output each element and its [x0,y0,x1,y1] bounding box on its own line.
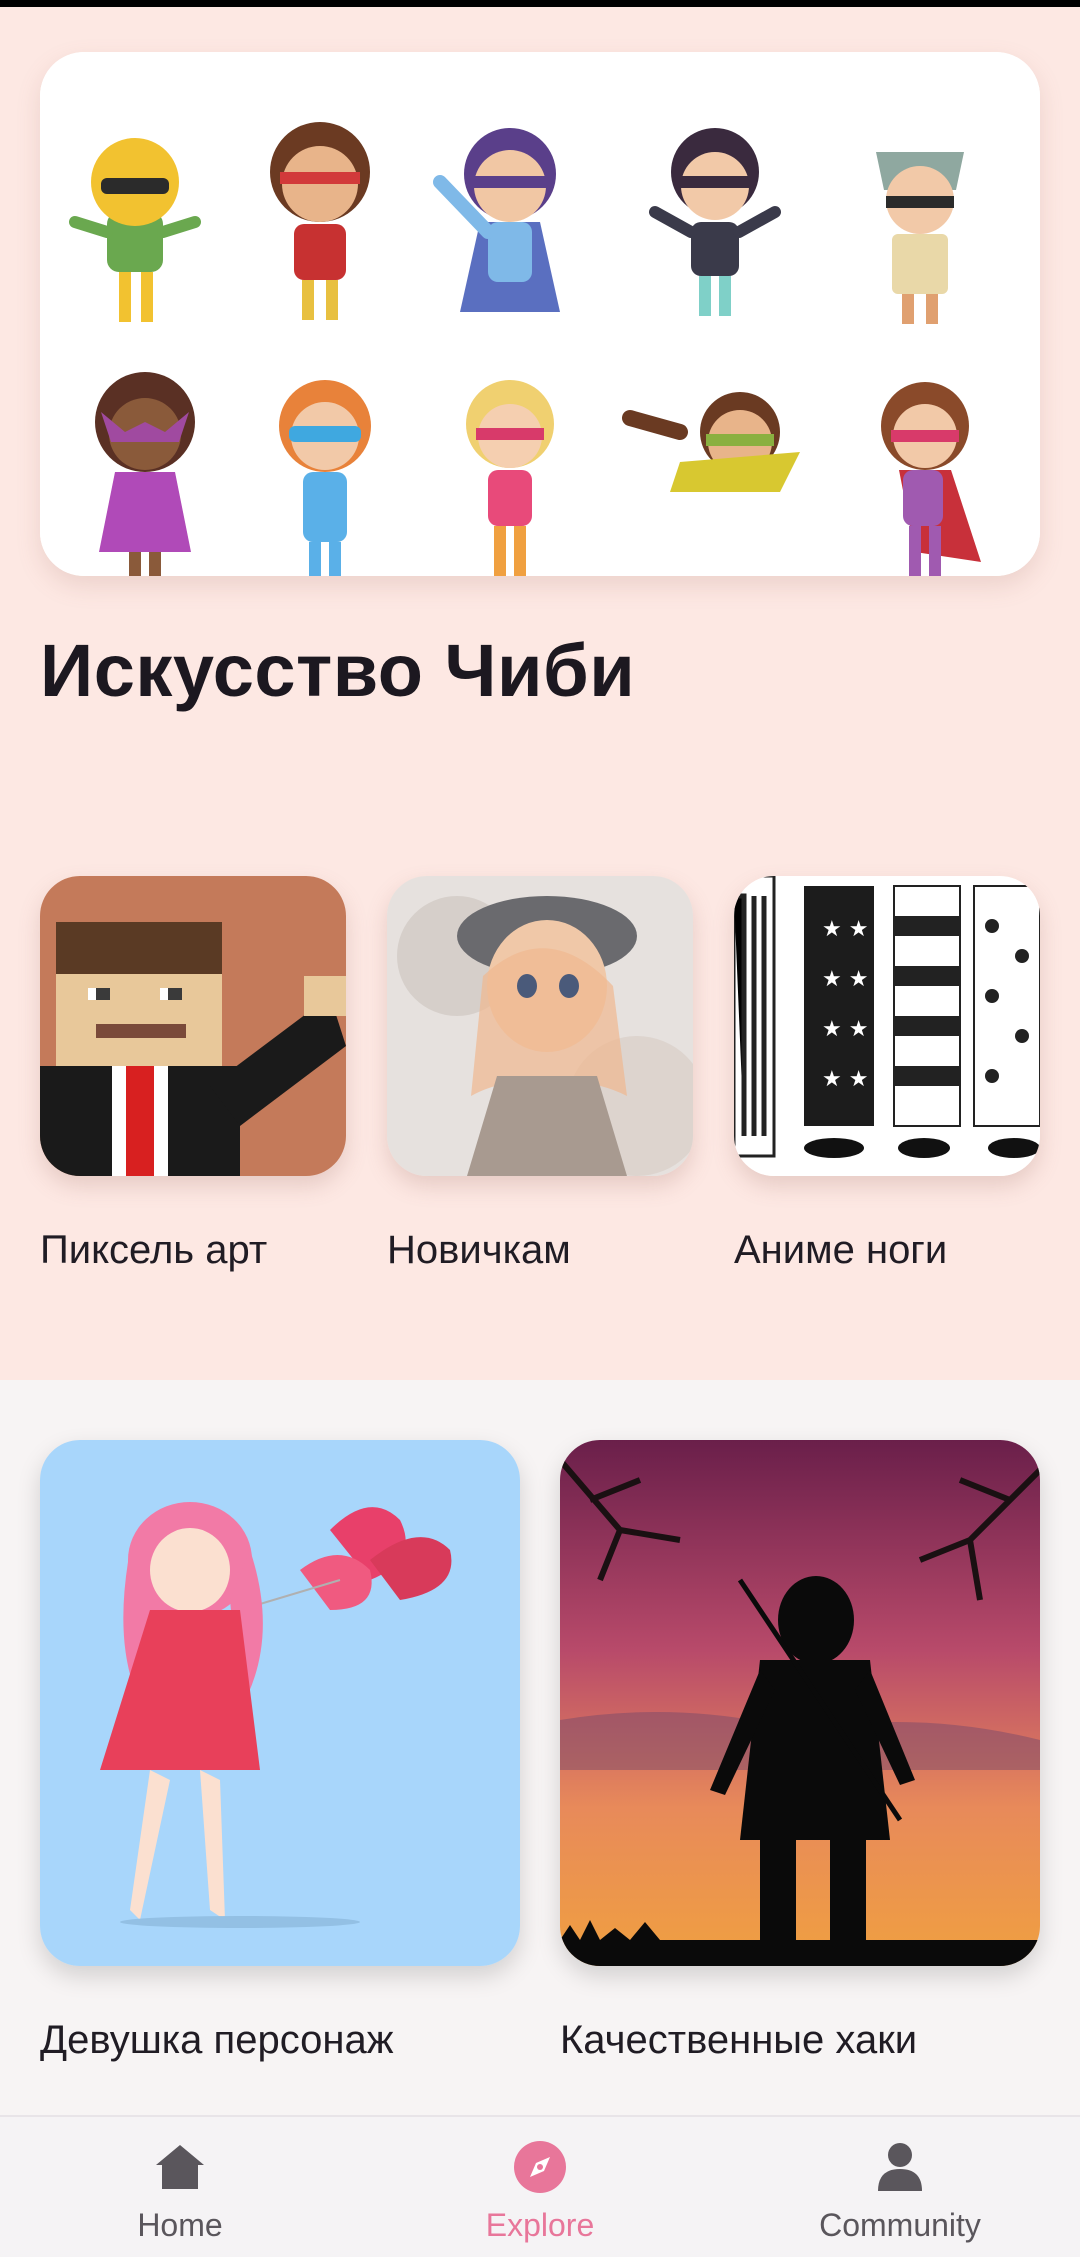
category-label: Аниме ноги [734,1228,948,1272]
nav-label-explore: Explore [485,2207,595,2243]
svg-text:★ ★: ★ ★ [822,917,868,942]
nav-item-community[interactable]: Community [720,2117,1080,2257]
category-label: Новичкам [387,1228,571,1272]
nav-label-home: Home [137,2207,223,2243]
feature-label: Девушка персонаж [40,2018,394,2062]
category-label: Пиксель арт [40,1228,268,1272]
nav-item-explore[interactable]: Explore [360,2117,720,2257]
feature-card-girl-character[interactable] [40,1440,520,1966]
svg-text:★ ★: ★ ★ [822,967,868,992]
hero-banner-image[interactable] [40,52,1040,576]
feature-label: Качественные хаки [560,2018,918,2062]
person-icon [878,2143,922,2191]
feature-card-quality-hacks[interactable] [560,1440,1040,1966]
category-card-anime-legs[interactable]: ★ ★ ★ ★ ★ ★ ★ ★ [734,876,1040,1176]
home-icon [156,2145,204,2189]
nav-item-home[interactable]: Home [0,2117,360,2257]
bottom-navigation: Home Explore Community [0,2115,1080,2257]
svg-text:★ ★: ★ ★ [822,1017,868,1042]
category-card-beginners[interactable] [387,876,693,1176]
nav-label-community: Community [819,2207,981,2243]
section-title: Искусство Чиби [40,629,636,712]
compass-icon [514,2141,566,2193]
category-card-pixel-art[interactable] [40,876,346,1176]
svg-text:★ ★: ★ ★ [822,1067,868,1092]
status-bar [0,0,1080,7]
